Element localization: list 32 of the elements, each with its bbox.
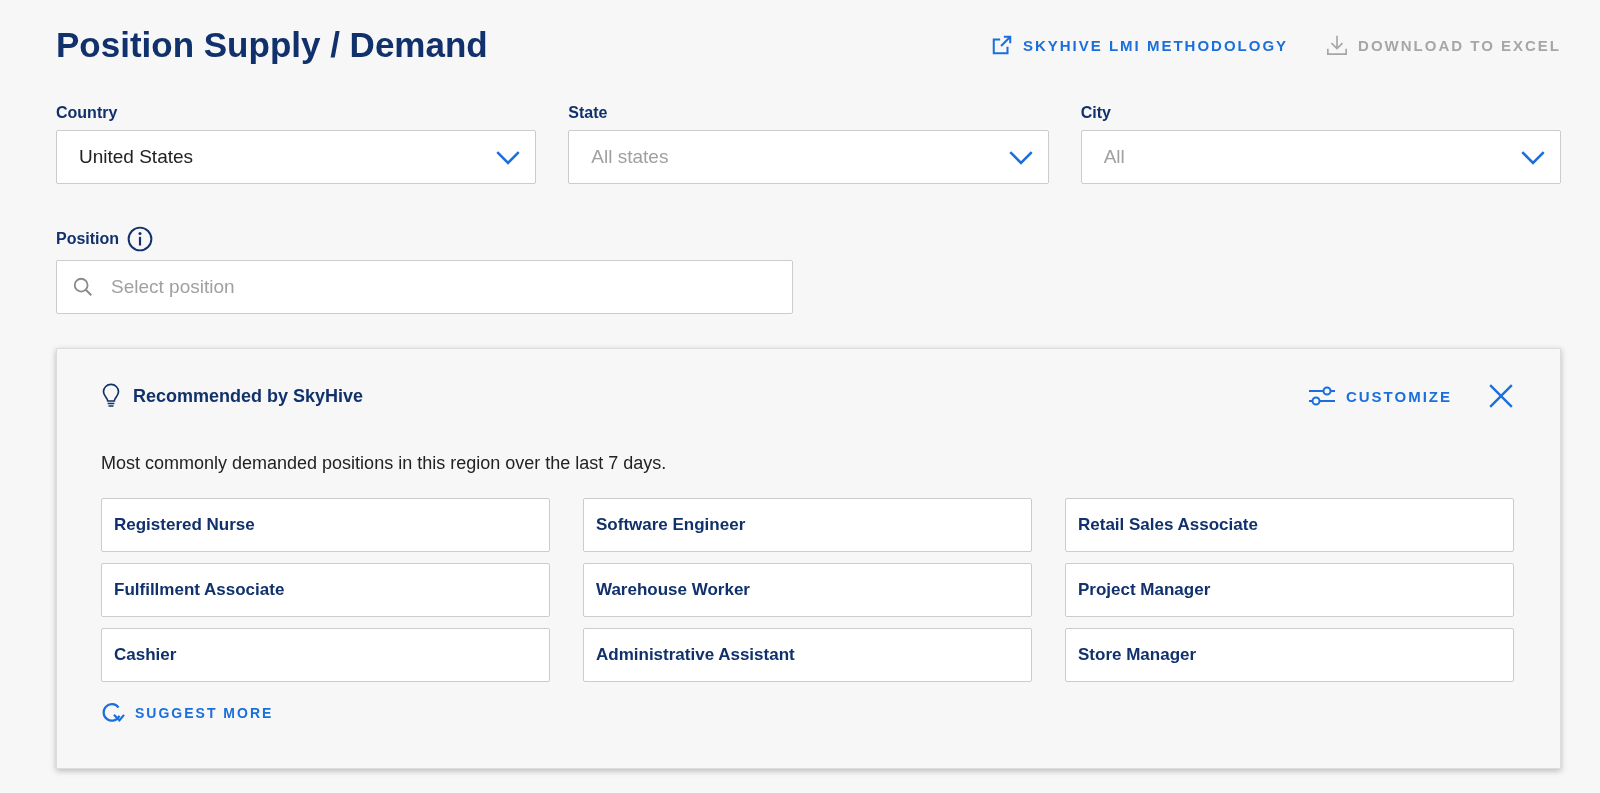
sliders-icon — [1307, 385, 1336, 407]
field-label: City — [1080, 104, 1112, 122]
suggest-more-link[interactable]: SUGGEST MORE — [101, 702, 274, 724]
position-option[interactable]: Registered Nurse — [101, 498, 550, 552]
position-option[interactable]: Warehouse Worker — [583, 563, 1032, 617]
panel-title: Recommended by SkyHive — [133, 385, 364, 407]
position-option[interactable]: Fulfillment Associate — [101, 563, 550, 617]
position-option[interactable]: Store Manager — [1065, 628, 1514, 682]
position-option[interactable]: Software Engineer — [583, 498, 1032, 552]
position-option[interactable]: Cashier — [101, 628, 550, 682]
refresh-icon — [101, 702, 125, 724]
lightbulb-icon — [101, 383, 121, 409]
dropdown-field[interactable]: United States — [56, 130, 537, 184]
chevron-down-icon — [1520, 149, 1546, 165]
position-option[interactable]: Administrative Assistant — [583, 628, 1032, 682]
field-label: State — [568, 104, 609, 122]
chevron-down-icon — [1007, 149, 1034, 165]
external-link-icon — [990, 34, 1013, 56]
page-title: Position Supply / Demand — [56, 25, 488, 65]
description-text: Most commonly demanded positions in this region over the last 7 days. — [101, 453, 668, 474]
download-icon — [1326, 34, 1349, 56]
chevron-down-icon — [495, 149, 522, 165]
info-icon[interactable] — [127, 226, 154, 252]
customize-link[interactable]: CUSTOMIZE — [1307, 385, 1452, 407]
action-link[interactable]: SKYHIVE LMI METHODOLOGY — [990, 34, 1289, 56]
field-label: Country — [56, 104, 119, 122]
search-icon — [72, 276, 94, 298]
position-option[interactable]: Retail Sales Associate — [1065, 498, 1514, 552]
field-label: Position — [56, 230, 120, 248]
close-icon[interactable] — [1488, 383, 1514, 409]
position-option[interactable]: Project Manager — [1065, 563, 1514, 617]
search-field[interactable]: Select position — [56, 260, 793, 314]
